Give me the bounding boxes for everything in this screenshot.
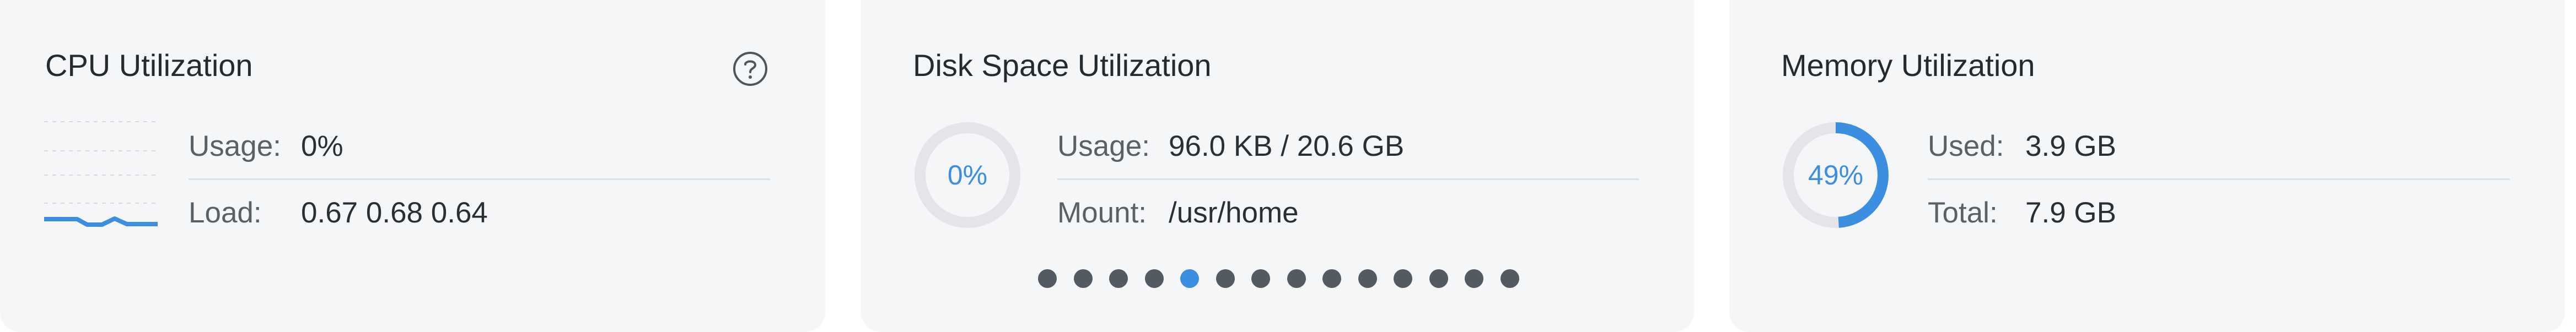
disk-utilization-card: Disk Space Utilization 0% Usage: 96.0 KB… — [861, 0, 1694, 332]
pager-dot[interactable] — [1322, 269, 1341, 288]
divider — [189, 178, 770, 180]
cpu-utilization-card: CPU Utilization Usage: 0% Load: 0.67 0.6… — [0, 0, 825, 332]
divider — [1057, 178, 1639, 180]
pager-dot[interactable] — [1073, 269, 1093, 288]
cpu-card-title: CPU Utilization — [45, 48, 253, 83]
pager-dot[interactable] — [1500, 269, 1519, 288]
pager-dot[interactable] — [1038, 269, 1057, 288]
pager-dot-active[interactable] — [1180, 269, 1199, 288]
memory-total-label: Total: — [1928, 197, 1998, 229]
disk-usage-value: 96.0 KB / 20.6 GB — [1169, 130, 1405, 162]
cpu-load-label: Load: — [189, 197, 262, 229]
disk-mount-label: Mount: — [1057, 197, 1147, 229]
cpu-sparkline-chart — [44, 121, 158, 227]
pager-dot[interactable] — [1429, 269, 1448, 288]
disk-percent-text: 0% — [947, 160, 988, 191]
disk-usage-label: Usage: — [1057, 130, 1150, 162]
pager-dot[interactable] — [1216, 269, 1235, 288]
memory-percent-text: 49% — [1808, 160, 1864, 191]
pager-dot[interactable] — [1144, 269, 1164, 288]
pager-dot[interactable] — [1358, 269, 1377, 288]
cpu-usage-label: Usage: — [189, 130, 281, 162]
pager-dot[interactable] — [1287, 269, 1306, 288]
disk-mount-value: /usr/home — [1169, 197, 1299, 229]
cpu-load-value: 0.67 0.68 0.64 — [301, 197, 488, 229]
cpu-load-line — [44, 216, 158, 227]
pager-dot[interactable] — [1394, 269, 1412, 288]
cpu-usage-value: 0% — [301, 130, 343, 162]
pager-dot[interactable] — [1465, 269, 1483, 288]
memory-utilization-card: Memory Utilization 49% Used: 3.9 GB Tota… — [1729, 0, 2565, 332]
disk-card-title: Disk Space Utilization — [913, 48, 1212, 83]
memory-used-label: Used: — [1928, 130, 2004, 162]
divider — [1928, 178, 2510, 180]
question-circle-icon[interactable] — [732, 51, 768, 87]
pager-dot[interactable] — [1251, 269, 1270, 288]
memory-card-title: Memory Utilization — [1781, 48, 2035, 83]
pager-dot[interactable] — [1109, 269, 1128, 288]
memory-used-value: 3.9 GB — [2025, 130, 2116, 162]
memory-total-value: 7.9 GB — [2025, 197, 2116, 229]
